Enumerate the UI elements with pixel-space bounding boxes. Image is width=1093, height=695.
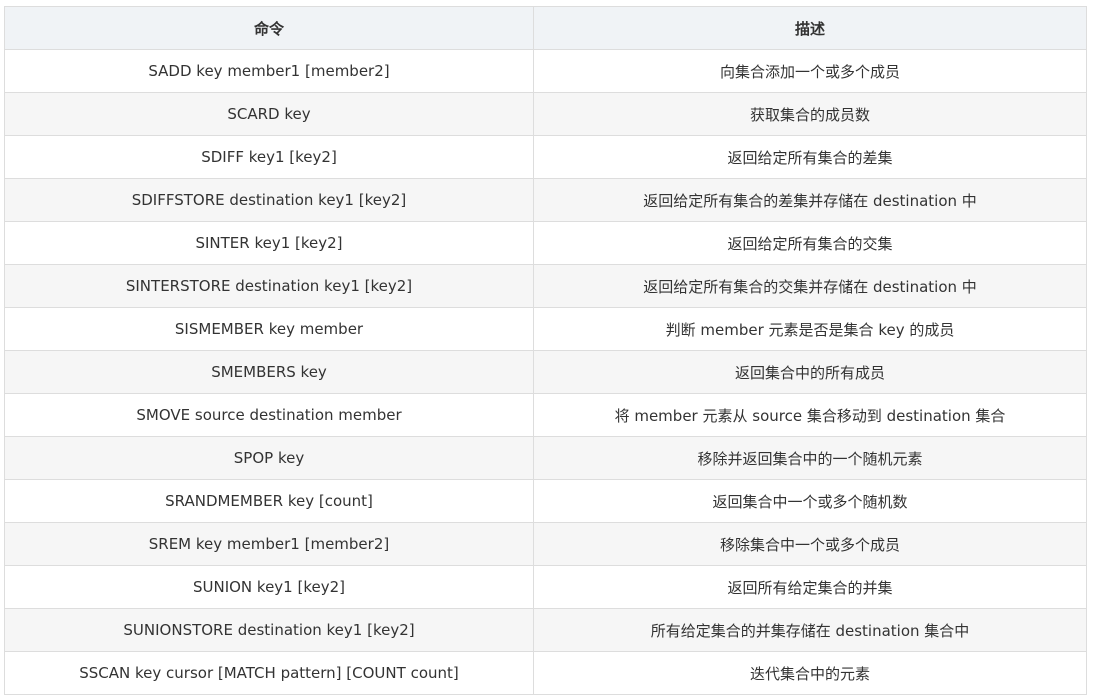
description-cell: 返回给定所有集合的交集并存储在 destination 中 [533,264,1087,308]
command-cell: SPOP key [4,436,534,480]
description-cell: 返回集合中的所有成员 [533,350,1087,394]
redis-set-commands-table-container: 命令 描述 SADD key member1 [member2] 向集合添加一个… [4,6,1087,695]
description-cell: 返回集合中一个或多个随机数 [533,479,1087,523]
command-cell: SRANDMEMBER key [count] [4,479,534,523]
description-cell: 返回给定所有集合的差集 [533,135,1087,179]
command-cell: SADD key member1 [member2] [4,49,534,93]
description-cell: 移除集合中一个或多个成员 [533,522,1087,566]
command-cell: SREM key member1 [member2] [4,522,534,566]
header-row: 命令 描述 [4,6,1087,50]
table-row: SUNIONSTORE destination key1 [key2] 所有给定… [4,608,1087,652]
table-row: SINTERSTORE destination key1 [key2] 返回给定… [4,264,1087,308]
table-row: SMEMBERS key 返回集合中的所有成员 [4,350,1087,394]
command-cell: SINTERSTORE destination key1 [key2] [4,264,534,308]
command-cell: SSCAN key cursor [MATCH pattern] [COUNT … [4,651,534,695]
description-cell: 向集合添加一个或多个成员 [533,49,1087,93]
table-body: SADD key member1 [member2] 向集合添加一个或多个成员 … [4,49,1087,695]
command-cell: SUNIONSTORE destination key1 [key2] [4,608,534,652]
table-row: SDIFFSTORE destination key1 [key2] 返回给定所… [4,178,1087,222]
command-cell: SCARD key [4,92,534,136]
description-cell: 将 member 元素从 source 集合移动到 destination 集合 [533,393,1087,437]
command-cell: SMEMBERS key [4,350,534,394]
command-cell: SDIFFSTORE destination key1 [key2] [4,178,534,222]
table-row: SSCAN key cursor [MATCH pattern] [COUNT … [4,651,1087,695]
table-row: SREM key member1 [member2] 移除集合中一个或多个成员 [4,522,1087,566]
command-cell: SINTER key1 [key2] [4,221,534,265]
header-command: 命令 [4,6,534,50]
header-description: 描述 [533,6,1087,50]
description-cell: 返回给定所有集合的交集 [533,221,1087,265]
table-row: SISMEMBER key member 判断 member 元素是否是集合 k… [4,307,1087,351]
command-cell: SISMEMBER key member [4,307,534,351]
table-row: SINTER key1 [key2] 返回给定所有集合的交集 [4,221,1087,265]
command-cell: SDIFF key1 [key2] [4,135,534,179]
description-cell: 迭代集合中的元素 [533,651,1087,695]
description-cell: 返回所有给定集合的并集 [533,565,1087,609]
command-cell: SUNION key1 [key2] [4,565,534,609]
redis-set-commands-table: 命令 描述 SADD key member1 [member2] 向集合添加一个… [4,6,1087,695]
table-header: 命令 描述 [4,6,1087,50]
description-cell: 所有给定集合的并集存储在 destination 集合中 [533,608,1087,652]
table-row: SPOP key 移除并返回集合中的一个随机元素 [4,436,1087,480]
table-row: SRANDMEMBER key [count] 返回集合中一个或多个随机数 [4,479,1087,523]
table-row: SADD key member1 [member2] 向集合添加一个或多个成员 [4,49,1087,93]
description-cell: 移除并返回集合中的一个随机元素 [533,436,1087,480]
table-row: SCARD key 获取集合的成员数 [4,92,1087,136]
table-row: SDIFF key1 [key2] 返回给定所有集合的差集 [4,135,1087,179]
table-row: SMOVE source destination member 将 member… [4,393,1087,437]
description-cell: 获取集合的成员数 [533,92,1087,136]
command-cell: SMOVE source destination member [4,393,534,437]
description-cell: 返回给定所有集合的差集并存储在 destination 中 [533,178,1087,222]
table-row: SUNION key1 [key2] 返回所有给定集合的并集 [4,565,1087,609]
description-cell: 判断 member 元素是否是集合 key 的成员 [533,307,1087,351]
